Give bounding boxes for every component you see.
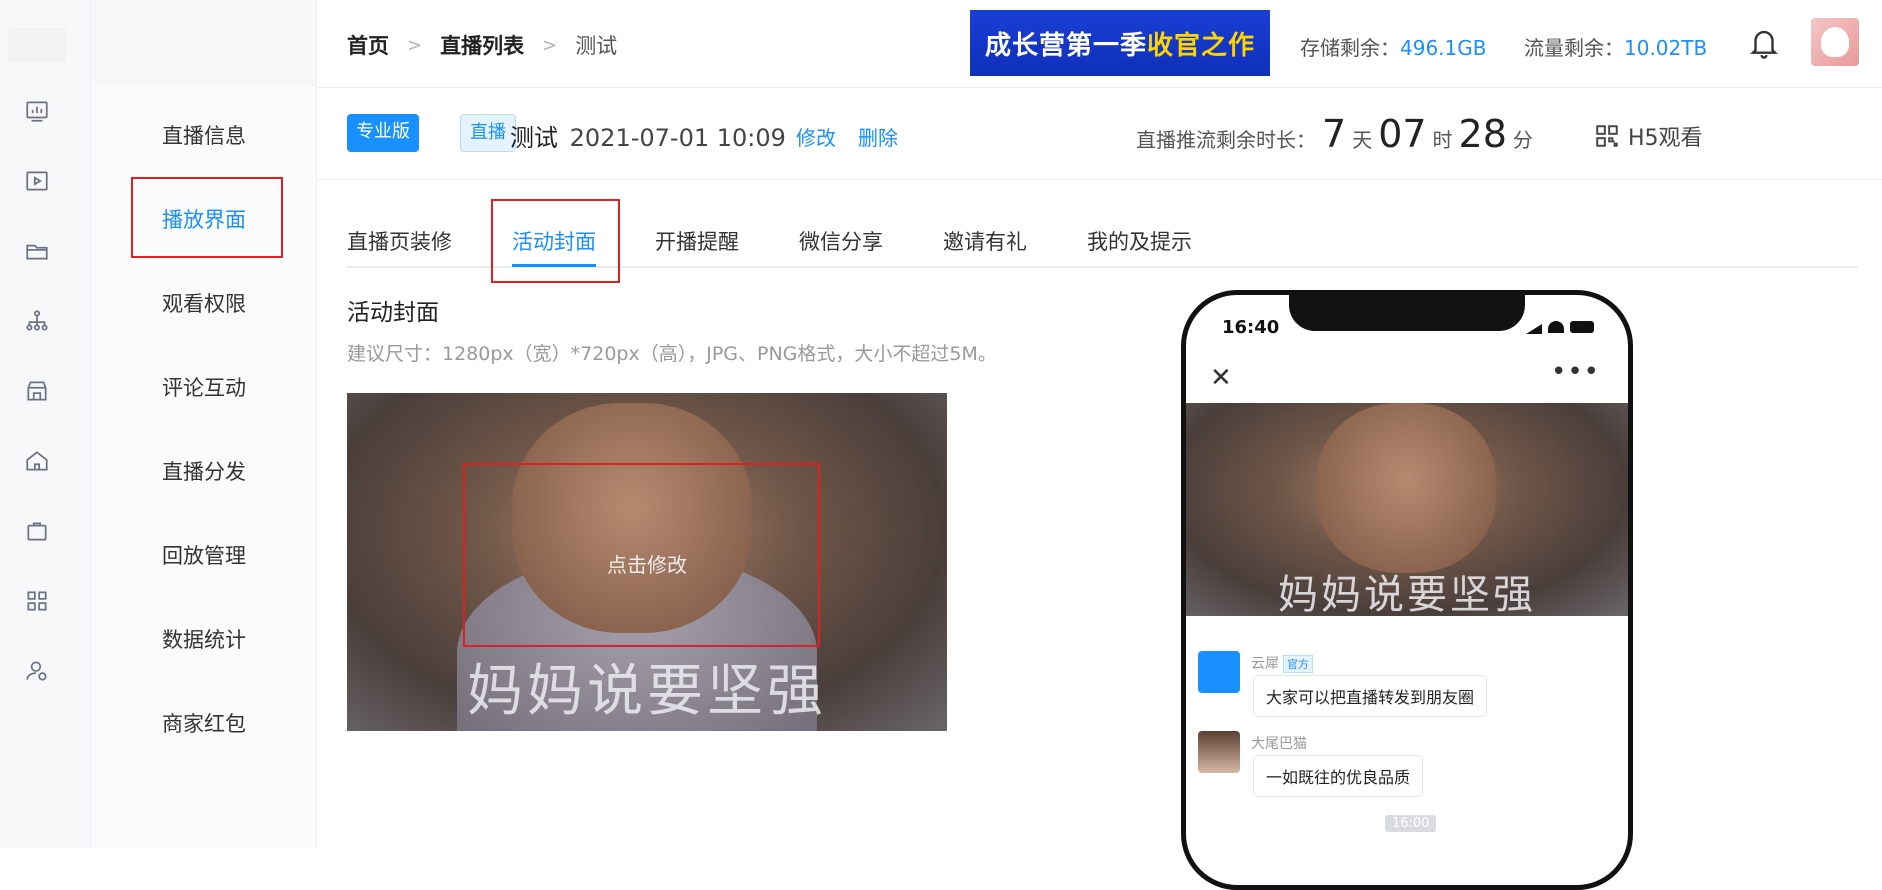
traffic-label: 流量剩余： — [1524, 36, 1624, 60]
sender-name: 云犀 — [1251, 656, 1279, 672]
live-info-bar: 专业版 直播 测试 2021-07-01 10:09 修改 删除 直播推流剩余时… — [317, 88, 1882, 180]
breadcrumb-list[interactable]: 直播列表 — [440, 30, 524, 60]
chevron-right-icon: > — [407, 34, 423, 56]
top-bar: 首页 > 直播列表 > 测试 成长营第一季 收官之作 存储剩余：496.1GB 流… — [317, 0, 1882, 88]
mins-unit: 分 — [1512, 128, 1533, 152]
live-name: 测试 — [510, 124, 558, 152]
tab-invite-reward[interactable]: 邀请有礼 — [943, 226, 1027, 256]
section-title: 活动封面 — [347, 300, 439, 326]
sidebar-item-red-packet[interactable]: 商家红包 — [162, 708, 246, 738]
official-avatar — [1198, 651, 1240, 693]
msg-name: 云犀 官方 — [1251, 653, 1313, 673]
play-icon[interactable] — [23, 167, 51, 195]
traffic-value: 10.02TB — [1624, 36, 1708, 60]
tab-start-reminder[interactable]: 开播提醒 — [655, 226, 739, 256]
stream-remaining: 直播推流剩余时长： 7天 07 时 28 分 — [1136, 112, 1533, 156]
avatar[interactable] — [1811, 18, 1859, 66]
remaining-hours: 07 — [1378, 112, 1427, 156]
signal-wifi-battery-icon — [1526, 321, 1594, 334]
breadcrumb: 首页 > 直播列表 > 测试 — [347, 30, 617, 60]
h5-watch-button[interactable]: H5观看 — [1594, 120, 1703, 152]
sidebar-item-stats[interactable]: 数据统计 — [162, 624, 246, 654]
size-hint: 建议尺寸：1280px（宽）*720px（高），JPG、PNG格式，大小不超过5… — [347, 343, 997, 365]
qrcode-icon — [1596, 125, 1618, 147]
chevron-right-icon: > — [542, 34, 558, 56]
storage-label: 存储剩余： — [1300, 36, 1400, 60]
storage-quota: 存储剩余：496.1GB — [1300, 32, 1486, 61]
sidebar-header — [91, 0, 316, 86]
hours-unit: 时 — [1432, 128, 1453, 152]
storage-value: 496.1GB — [1400, 36, 1487, 60]
live-title: 测试 2021-07-01 10:09 — [510, 118, 786, 153]
user-settings-icon[interactable] — [23, 657, 51, 685]
sidebar-item-distribution[interactable]: 直播分发 — [162, 456, 246, 486]
days-unit: 天 — [1352, 128, 1373, 152]
chart-icon[interactable] — [23, 97, 51, 125]
bag-icon[interactable] — [23, 517, 51, 545]
org-icon[interactable] — [23, 307, 51, 335]
sidebar-item-view-permission[interactable]: 观看权限 — [162, 288, 246, 318]
phone-cover-caption: 妈妈说要坚强 — [1278, 572, 1536, 616]
breadcrumb-current: 测试 — [575, 34, 618, 58]
cover-caption: 妈妈说要坚强 — [467, 659, 827, 724]
more-icon[interactable]: ••• — [1551, 357, 1600, 387]
remaining-label: 直播推流剩余时长： — [1136, 128, 1316, 152]
pro-badge: 专业版 — [347, 114, 419, 152]
sender-name: 大尾巴猫 — [1251, 736, 1307, 752]
banner-highlight: 收官之作 — [1147, 30, 1256, 61]
highlight-box-tab — [491, 199, 620, 283]
live-badge: 直播 — [460, 114, 516, 152]
official-badge: 官方 — [1283, 655, 1313, 673]
chat-bubble: 大家可以把直播转发到朋友圈 — [1253, 675, 1488, 717]
user-avatar — [1198, 731, 1240, 773]
phone-preview: 16:40 ✕ ••• 妈妈说要坚强 云犀 官方 大家可以把直播转发到朋友圈 大尾… — [1181, 290, 1633, 890]
phone-time: 16:40 — [1222, 317, 1280, 338]
phone-cover: 妈妈说要坚强 — [1186, 403, 1628, 616]
bell-icon[interactable] — [1749, 26, 1779, 60]
edit-link[interactable]: 修改 — [796, 122, 836, 151]
sidebar-item-playback[interactable]: 回放管理 — [162, 540, 246, 570]
close-icon[interactable]: ✕ — [1210, 363, 1232, 393]
highlight-box-sidebar — [131, 177, 283, 258]
chat-timestamp: 16:00 — [1385, 815, 1437, 832]
sidebar-item-comment[interactable]: 评论互动 — [162, 372, 246, 402]
breadcrumb-home[interactable]: 首页 — [347, 30, 389, 60]
home-icon[interactable] — [23, 447, 51, 475]
live-datetime: 2021-07-01 10:09 — [569, 124, 786, 152]
h5-label: H5观看 — [1628, 126, 1703, 151]
tab-mine-tips[interactable]: 我的及提示 — [1087, 226, 1192, 256]
highlight-box-cover — [463, 463, 820, 647]
tab-decoration[interactable]: 直播页装修 — [347, 226, 452, 256]
remaining-days: 7 — [1322, 112, 1347, 156]
store-icon[interactable] — [23, 377, 51, 405]
phone-notch — [1289, 295, 1525, 331]
remaining-mins: 28 — [1458, 112, 1507, 156]
banner-text: 成长营第一季 — [984, 30, 1147, 61]
traffic-quota: 流量剩余：10.02TB — [1524, 32, 1707, 61]
sidebar-item-live-info[interactable]: 直播信息 — [162, 120, 246, 150]
delete-link[interactable]: 删除 — [858, 122, 898, 151]
chat-bubble: 一如既往的优良品质 — [1253, 755, 1424, 797]
grid-icon[interactable] — [23, 587, 51, 615]
folder-icon[interactable] — [23, 237, 51, 265]
tab-wechat-share[interactable]: 微信分享 — [799, 226, 883, 256]
promo-banner[interactable]: 成长营第一季 收官之作 — [970, 10, 1270, 76]
icon-rail — [0, 0, 91, 848]
secondary-sidebar: 直播信息 播放界面 观看权限 评论互动 直播分发 回放管理 数据统计 商家红包 — [91, 0, 317, 848]
logo — [8, 28, 66, 62]
